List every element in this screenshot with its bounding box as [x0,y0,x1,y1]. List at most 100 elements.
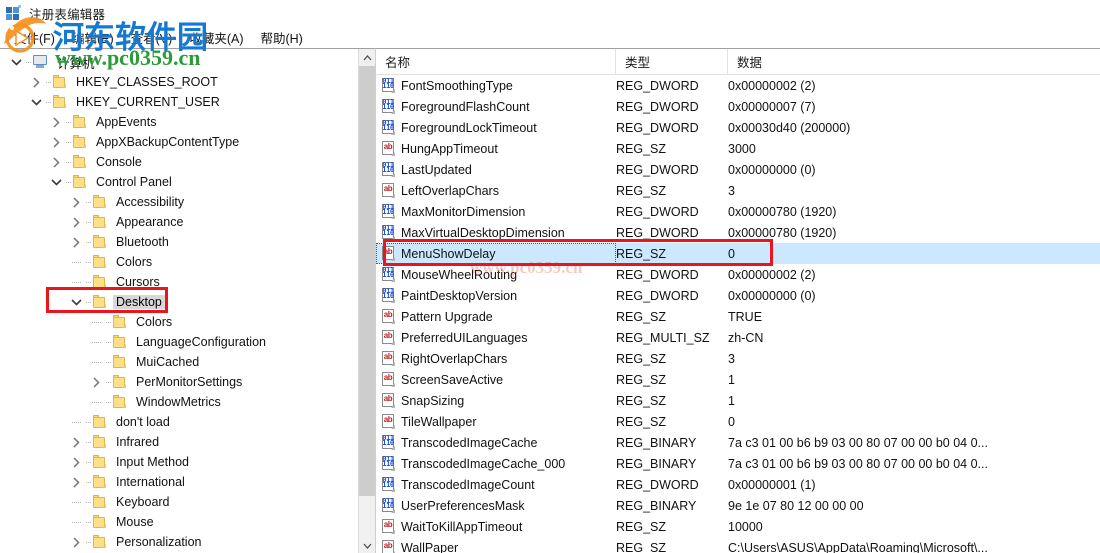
tree-item-hkey-classes-root[interactable]: HKEY_CLASSES_ROOT [0,72,358,92]
tree-item-personalization[interactable]: Personalization [0,532,358,552]
column-header-name[interactable]: 名称 [376,49,616,75]
value-row[interactable]: ab TileWallpaper REG_SZ 0 [376,411,1100,432]
chevron-right-icon[interactable] [68,432,84,452]
value-row[interactable]: 011 110 TranscodedImageCache_000 REG_BINARY… [376,453,1100,474]
chevron-right-icon[interactable] [68,212,84,232]
string-value-icon: ab [381,372,396,387]
value-row[interactable]: 011 110 MaxVirtualDesktopDimension REG_DWOR… [376,222,1100,243]
tree-item-don-t-load[interactable]: don't load [0,412,358,432]
tree-vertical-scrollbar[interactable] [358,49,375,553]
value-row[interactable]: 011 110 LastUpdated REG_DWORD 0x00000000 (0) [376,159,1100,180]
tree-item-hkey-current-user[interactable]: HKEY_CURRENT_USER [0,92,358,112]
editor-split: 计算机 HKEY_CLASSES_ROOT HKEY_CURRENT_USER App… [0,48,1100,553]
dword-value-icon: 011 110 [381,267,396,282]
value-row[interactable]: ab SnapSizing REG_SZ 1 [376,390,1100,411]
tree-item-input-method[interactable]: Input Method [0,452,358,472]
chevron-down-icon[interactable] [8,52,24,72]
chevron-down-icon[interactable] [68,292,84,312]
chevron-right-icon[interactable] [28,72,44,92]
tree-item-label: Accessibility [116,195,185,209]
chevron-down-icon[interactable] [48,172,64,192]
chevron-right-icon[interactable] [88,372,104,392]
menu-help[interactable]: 帮助(H) [252,26,311,49]
tree-item-desktop[interactable]: Desktop [0,292,358,312]
value-row[interactable]: 011 110 UserPreferencesMask REG_BINARY 9e 1e… [376,495,1100,516]
tree-item-permonitorsettings[interactable]: PerMonitorSettings [0,372,358,392]
tree-scroll-thumb[interactable] [359,66,375,496]
tree-item-appxbackupcontenttype[interactable]: AppXBackupContentType [0,132,358,152]
value-row[interactable]: 011 110 ForegroundFlashCount REG_DWORD 0x000… [376,96,1100,117]
value-row[interactable]: ab Pattern Upgrade REG_SZ TRUE [376,306,1100,327]
value-name-text: ForegroundLockTimeout [401,120,537,135]
value-data-cell: 10000 [728,519,763,534]
tree-item-bluetooth[interactable]: Bluetooth [0,232,358,252]
menu-edit[interactable]: 编辑(E) [64,26,123,49]
value-row[interactable]: 011 110 FontSmoothingType REG_DWORD 0x000000… [376,75,1100,96]
chevron-right-icon[interactable] [48,152,64,172]
column-header-data[interactable]: 数据 [728,49,1100,75]
value-row[interactable]: ab MenuShowDelay REG_SZ 0 [376,243,1100,264]
tree-item-label: don't load [116,415,170,429]
chevron-right-icon[interactable] [68,472,84,492]
value-row[interactable]: ab WaitToKillAppTimeout REG_SZ 10000 [376,516,1100,537]
tree-item-infrared[interactable]: Infrared [0,432,358,452]
value-name-cell: ab WallPaper [376,537,616,553]
value-row[interactable]: 011 110 TranscodedImageCache REG_BINARY 7a c… [376,432,1100,453]
value-row[interactable]: ab HungAppTimeout REG_SZ 3000 [376,138,1100,159]
chevron-right-icon[interactable] [48,112,64,132]
menu-file[interactable]: 文件(F) [6,26,64,49]
tree-item-colors[interactable]: Colors [0,312,358,332]
value-row[interactable]: 011 110 ForegroundLockTimeout REG_DWORD 0x00… [376,117,1100,138]
value-type-cell: REG_DWORD [616,78,699,93]
value-row[interactable]: 011 110 TranscodedImageCount REG_DWORD 0x000… [376,474,1100,495]
chevron-right-icon[interactable] [48,132,64,152]
value-type-cell: REG_MULTI_SZ [616,330,710,345]
registry-tree[interactable]: 计算机 HKEY_CLASSES_ROOT HKEY_CURRENT_USER App… [0,49,358,553]
value-row[interactable]: ab WallPaper REG_SZ C:\Users\ASUS\AppData\R… [376,537,1100,553]
string-value-icon: ab [381,246,396,261]
tree-item-colors[interactable]: Colors [0,252,358,272]
value-row[interactable]: ab LeftOverlapChars REG_SZ 3 [376,180,1100,201]
chevron-right-icon[interactable] [68,232,84,252]
chevron-right-icon[interactable] [68,192,84,212]
column-header-type[interactable]: 类型 [616,49,728,75]
chevron-right-icon[interactable] [68,452,84,472]
tree-item-cursors[interactable]: Cursors [0,272,358,292]
tree-connector [44,92,52,112]
folder-icon [72,175,88,189]
tree-item-[interactable]: 计算机 [0,52,358,72]
tree-item-control-panel[interactable]: Control Panel [0,172,358,192]
tree-item-accessibility[interactable]: Accessibility [0,192,358,212]
scroll-down-arrow-icon[interactable] [359,537,375,553]
value-row[interactable]: ab ScreenSaveActive REG_SZ 1 [376,369,1100,390]
value-type-cell: REG_BINARY [616,498,697,513]
menu-favorites[interactable]: 收藏夹(A) [181,26,252,49]
value-row[interactable]: ab RightOverlapChars REG_SZ 3 [376,348,1100,369]
chevron-down-icon[interactable] [28,92,44,112]
value-row[interactable]: ab PreferredUILanguages REG_MULTI_SZ zh-CN [376,327,1100,348]
tree-item-appevents[interactable]: AppEvents [0,112,358,132]
tree-item-international[interactable]: International [0,472,358,492]
tree-item-label: 计算机 [57,56,95,71]
tree-item-console[interactable]: Console [0,152,358,172]
value-name-cell: ab TileWallpaper [376,411,616,432]
tree-item-windowmetrics[interactable]: WindowMetrics [0,392,358,412]
tree-item-appearance[interactable]: Appearance [0,212,358,232]
folder-icon [92,455,108,469]
tree-item-languageconfiguration[interactable]: LanguageConfiguration [0,332,358,352]
string-value-icon: ab [381,141,396,156]
value-row[interactable]: 011 110 PaintDesktopVersion REG_DWORD 0x0000… [376,285,1100,306]
scroll-up-arrow-icon[interactable] [359,49,375,66]
value-row[interactable]: 011 110 MaxMonitorDimension REG_DWORD 0x0000… [376,201,1100,222]
tree-item-mouse[interactable]: Mouse [0,512,358,532]
value-type-cell: REG_DWORD [616,162,699,177]
menu-view[interactable]: 查看(V) [123,26,182,49]
tree-item-muicached[interactable]: MuiCached [0,352,358,372]
value-row[interactable]: 011 110 MouseWheelRouting REG_DWORD 0x000000… [376,264,1100,285]
chevron-right-icon[interactable] [68,532,84,552]
tree-item-keyboard[interactable]: Keyboard [0,492,358,512]
values-list[interactable]: 011 110 FontSmoothingType REG_DWORD 0x000000… [376,75,1100,553]
